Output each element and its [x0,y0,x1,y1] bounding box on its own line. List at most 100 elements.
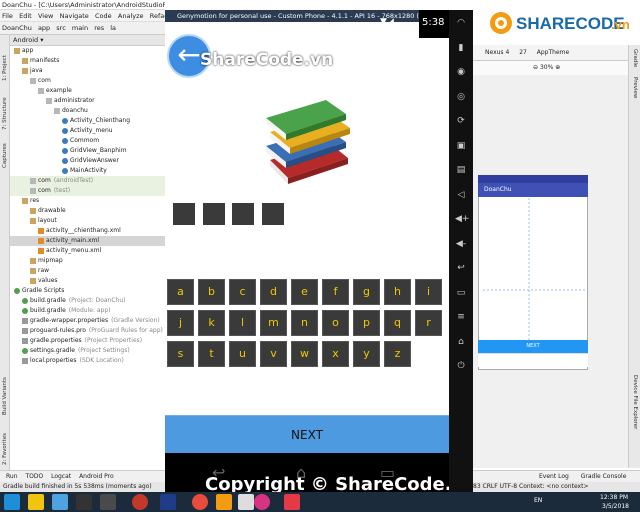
tree-item[interactable]: com [10,76,165,86]
answer-slot[interactable] [202,203,225,225]
home-icon[interactable]: ⌂ [455,337,467,347]
tool-logcat[interactable]: Logcat [51,473,71,480]
chrome-icon[interactable] [192,494,208,510]
letter-key[interactable]: i [415,279,442,305]
api-selector[interactable]: 27 [519,49,527,56]
letter-key[interactable]: m [260,310,287,336]
letter-key[interactable]: t [198,341,225,367]
genymotion-icon[interactable] [254,494,270,510]
letter-key[interactable]: z [384,341,411,367]
letter-key[interactable]: a [167,279,194,305]
tab-device-file-explorer[interactable]: Device File Explorer [630,375,640,455]
tree-item[interactable]: GridViewAnswer [10,156,165,166]
tool-event-log[interactable]: Event Log [539,473,569,480]
project-view-selector[interactable]: Android ▾ [10,35,165,46]
tree-item[interactable]: java [10,66,165,76]
tab-build-variants[interactable]: Build Variants [0,365,10,415]
tool-todo[interactable]: TODO [25,473,43,480]
letter-key[interactable]: x [322,341,349,367]
letter-key[interactable]: q [384,310,411,336]
tree-item[interactable]: com (test) [10,186,165,196]
answer-slot[interactable] [232,203,254,225]
tab-favorites[interactable]: 2: Favorites [0,425,10,465]
tree-item[interactable]: local.properties (SDK Location) [10,356,165,366]
tree-item[interactable]: Commom [10,136,165,146]
menu-analyze[interactable]: Analyze [116,12,146,20]
breadcrumb-item[interactable]: main [72,24,88,32]
battery-icon[interactable]: ▮ [455,43,467,53]
start-button-icon[interactable] [4,494,20,510]
breadcrumb-item[interactable]: DoanChu [2,24,32,32]
tab-gradle[interactable]: Gradle [630,49,640,74]
tree-item[interactable]: com (androidTest) [10,176,165,186]
id-icon[interactable]: ▣ [455,141,467,151]
zoom-out-icon[interactable]: ⊖ [533,64,538,71]
letter-key[interactable]: l [229,310,256,336]
letter-key[interactable]: n [291,310,318,336]
letter-key[interactable]: b [198,279,225,305]
letter-key[interactable]: o [322,310,349,336]
menu-icon[interactable]: ≡ [455,312,467,322]
menu-refactor[interactable]: Refactor [148,12,165,20]
tree-item[interactable]: mipmap [10,256,165,266]
letter-key[interactable]: c [229,279,256,305]
tab-structure[interactable]: 7: Structure [0,85,10,130]
letter-key[interactable]: r [415,310,442,336]
letter-key[interactable]: y [353,341,380,367]
next-button[interactable]: NEXT [165,415,449,453]
volume-up-icon[interactable]: ◀+ [455,214,469,224]
answer-slot[interactable] [173,203,195,225]
tree-item[interactable]: Activity_menu [10,126,165,136]
app-icon[interactable] [284,494,300,510]
tree-item[interactable]: raw [10,266,165,276]
app-icon[interactable] [216,494,232,510]
tree-item[interactable]: build.gradle (Project: DoanChu) [10,296,165,306]
tree-item[interactable]: app [10,46,165,56]
preview-next-button[interactable]: NEXT [478,340,588,353]
tool-android-profiler[interactable]: Android Pro [79,473,114,480]
letter-key[interactable]: f [322,279,349,305]
app-icon[interactable] [100,494,116,510]
letter-key[interactable]: d [260,279,287,305]
photoshop-icon[interactable] [160,494,176,510]
breadcrumb-item[interactable]: la [110,24,116,32]
tree-item[interactable]: build.gradle (Module: app) [10,306,165,316]
answer-slot[interactable] [261,203,284,225]
tree-item[interactable]: res [10,196,165,206]
breadcrumb-item[interactable]: app [38,24,50,32]
letter-key[interactable]: k [198,310,225,336]
breadcrumb-item[interactable]: res [94,24,104,32]
file-explorer-icon[interactable] [28,494,44,510]
breadcrumb-item[interactable]: src [56,24,66,32]
tab-project[interactable]: 1: Project [0,41,10,81]
app-icon[interactable] [76,494,92,510]
tool-gradle-console[interactable]: Gradle Console [581,473,627,480]
recent-icon[interactable]: ▭ [455,288,467,298]
app-icon[interactable] [238,494,254,510]
tab-preview[interactable]: Preview [630,77,640,107]
zoom-in-icon[interactable]: ⊕ [555,64,560,71]
tree-item[interactable]: activity_main.xml [10,236,165,246]
tree-item[interactable]: administrator [10,96,165,106]
letter-key[interactable]: v [260,341,287,367]
menu-edit[interactable]: Edit [17,12,34,20]
media-icon[interactable]: ▤ [455,165,467,175]
tree-item[interactable]: MainActivity [10,166,165,176]
letter-key[interactable]: p [353,310,380,336]
device-selector[interactable]: Nexus 4 [485,49,509,56]
wifi-icon[interactable]: ◠ [455,18,467,28]
gps-icon[interactable]: ◉ [455,67,467,77]
tree-item[interactable]: doanchu [10,106,165,116]
language-indicator[interactable]: EN [534,497,542,504]
tree-item[interactable]: values [10,276,165,286]
letter-key[interactable]: s [167,341,194,367]
share-icon[interactable]: ◁ [455,190,467,200]
rotate-icon[interactable]: ⟳ [455,116,467,126]
menu-file[interactable]: File [0,12,15,20]
back-icon[interactable]: ↩ [455,263,467,273]
power-icon[interactable]: ⏻ [455,361,467,371]
letter-key[interactable]: w [291,341,318,367]
letter-key[interactable]: e [291,279,318,305]
camera-icon[interactable]: ◎ [455,92,467,102]
tree-item[interactable]: drawable [10,206,165,216]
